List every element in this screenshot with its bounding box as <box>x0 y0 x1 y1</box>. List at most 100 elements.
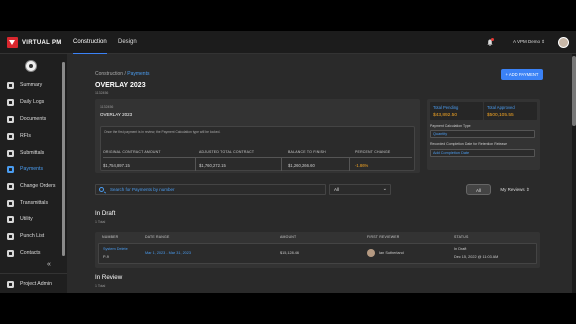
contacts-icon <box>7 249 14 257</box>
total-approved-label: Total Approved <box>487 105 515 110</box>
contract-info-card: 1132456 OVERLAY 2023 Once the first paym… <box>95 99 420 173</box>
total-approved-box: Total Approved $500,105.55 <box>484 102 537 120</box>
column-header-first-reviewer: FIRST REVIEWER <box>367 235 400 239</box>
chevron-updown-icon: ⇕ <box>525 187 530 192</box>
calc-type-field[interactable]: Quantity <box>430 130 535 138</box>
toggle-my-reviews[interactable]: My Reviews ⇕ <box>494 184 536 195</box>
project-avatar <box>25 60 37 72</box>
search-placeholder: Search for Payments by number <box>110 187 175 192</box>
lock-note: Once the first payment is in review, the… <box>104 130 221 134</box>
summary-icon <box>7 81 14 89</box>
punch-list-icon <box>7 232 14 240</box>
main-content: Construction / Payments OVERLAY 2023 113… <box>67 54 572 293</box>
sidebar-item-label: Change Orders <box>20 183 56 189</box>
sidebar-item-label: Utility <box>20 216 33 222</box>
percent-change-value: -1.86% <box>355 163 369 168</box>
status-filter-select[interactable]: All ⌄ <box>329 184 391 195</box>
add-completion-date-field[interactable]: Add Completion Date <box>430 149 535 157</box>
submittals-icon <box>7 149 14 157</box>
column-header-number: NUMBER <box>102 235 119 239</box>
sidebar-item-submittals[interactable]: Submittals <box>0 146 62 160</box>
logo[interactable]: VIRTUAL PM <box>7 37 62 48</box>
collapse-sidebar-icon[interactable]: « <box>47 261 51 268</box>
payment-status-date: Dec 15, 2022 @ 11:03 AM <box>454 255 499 259</box>
chevron-down-icon: ⌄ <box>382 186 387 192</box>
breadcrumb-root[interactable]: Construction <box>95 71 123 77</box>
sidebar-item-label: Payments <box>20 166 44 172</box>
sidebar-item-project-admin[interactable]: Project Admin <box>0 277 62 291</box>
rfis-icon <box>7 132 14 140</box>
metrics-column-divider <box>281 157 282 171</box>
sidebar-item-label: Submittals <box>20 150 45 156</box>
page-subtitle: 1132456 <box>95 91 109 95</box>
payment-date-range[interactable]: Mar 1, 2023 - Mar 31, 2023 <box>145 251 191 255</box>
balance-to-finish-value: $1,260,266.60 <box>288 163 315 168</box>
metrics-column-divider <box>349 157 350 171</box>
draft-section-title: In Draft <box>95 210 116 217</box>
tab-design[interactable]: Design <box>118 31 137 54</box>
sidebar-item-label: Transmittals <box>20 200 49 206</box>
metric-label: ORIGINAL CONTRACT AMOUNT <box>103 150 161 154</box>
sidebar-item-payments[interactable]: Payments <box>0 162 62 176</box>
toggle-my-reviews-label: My Reviews <box>500 187 525 192</box>
add-payment-button[interactable]: + ADD PAYMENT <box>501 69 543 80</box>
draft-section-count: 1 Total <box>95 220 106 224</box>
documents-icon <box>7 115 14 123</box>
daily-logs-icon <box>7 98 14 106</box>
sidebar-item-utility[interactable]: Utility <box>0 212 62 226</box>
breadcrumb: Construction / Payments <box>95 71 149 77</box>
sidebar-item-daily-logs[interactable]: Daily Logs <box>0 95 62 109</box>
top-bar: VIRTUAL PM Construction Design A VPM Dem… <box>0 31 576 54</box>
page-title: OVERLAY 2023 <box>95 82 146 89</box>
sidebar-scroll-thumb[interactable] <box>62 62 65 256</box>
chevron-updown-icon: ⇕ <box>541 39 546 44</box>
sidebar-divider <box>0 273 67 274</box>
sidebar-item-summary[interactable]: Summary <box>0 78 62 92</box>
column-header-status: STATUS <box>454 235 469 239</box>
totals-panel: Total Pending $43,892.50 Total Approved … <box>427 99 540 170</box>
metrics-divider <box>103 157 412 158</box>
sidebar-item-label: Summary <box>20 82 43 88</box>
table-row[interactable]: System Delete P-9 Mar 1, 2023 - Mar 31, … <box>98 243 537 264</box>
sidebar-item-change-orders[interactable]: Change Orders <box>0 179 62 193</box>
sidebar-item-label: Punch List <box>20 233 45 239</box>
toggle-all[interactable]: All <box>466 184 491 195</box>
sidebar-item-label: Contacts <box>20 250 41 256</box>
page-scroll-thumb[interactable] <box>572 56 576 126</box>
original-contract-value: $1,754,897.15 <box>103 163 130 168</box>
search-input[interactable]: Search for Payments by number <box>95 184 326 195</box>
sidebar-item-label: RFIs <box>20 133 31 139</box>
user-menu[interactable]: A VPM Demo ⇕ <box>513 39 545 45</box>
metrics-column-divider <box>195 157 196 171</box>
logo-text: VIRTUAL PM <box>22 39 62 46</box>
status-filter-value: All <box>334 187 340 192</box>
sidebar-item-documents[interactable]: Documents <box>0 112 62 126</box>
sidebar-item-punch-list[interactable]: Punch List <box>0 229 62 243</box>
sidebar-item-label: Daily Logs <box>20 99 45 105</box>
change-orders-icon <box>7 182 14 190</box>
reviewer-avatar <box>367 249 375 257</box>
total-pending-value: $43,892.50 <box>433 113 458 118</box>
logo-mark-icon <box>7 37 18 48</box>
utility-icon <box>7 215 14 223</box>
metric-label: PERCENT CHANGE <box>355 150 391 154</box>
search-icon <box>99 187 104 192</box>
sidebar-item-label: Project Admin <box>20 281 53 287</box>
payment-status: In Draft <box>454 247 467 251</box>
sidebar-item-rfis[interactable]: RFIs <box>0 129 62 143</box>
adjusted-contract-value: $1,760,272.15 <box>199 163 226 168</box>
user-avatar[interactable] <box>558 37 569 48</box>
total-approved-value: $500,105.55 <box>487 113 514 118</box>
payment-amount: $15,128.46 <box>280 251 300 255</box>
app-window: VIRTUAL PM Construction Design A VPM Dem… <box>0 31 576 293</box>
breadcrumb-current[interactable]: Payments <box>127 71 149 77</box>
tab-construction[interactable]: Construction <box>73 31 107 54</box>
sidebar-item-transmittals[interactable]: Transmittals <box>0 196 62 210</box>
total-pending-box: Total Pending $43,892.50 <box>430 102 483 120</box>
sidebar-item-contacts[interactable]: Contacts <box>0 246 62 260</box>
metric-label: ADJUSTED TOTAL CONTRACT <box>199 150 255 154</box>
payment-number-title[interactable]: System Delete <box>103 247 128 251</box>
project-admin-icon <box>7 280 14 288</box>
payments-icon <box>7 165 14 173</box>
metric-label: BALANCE TO FINISH <box>288 150 326 154</box>
